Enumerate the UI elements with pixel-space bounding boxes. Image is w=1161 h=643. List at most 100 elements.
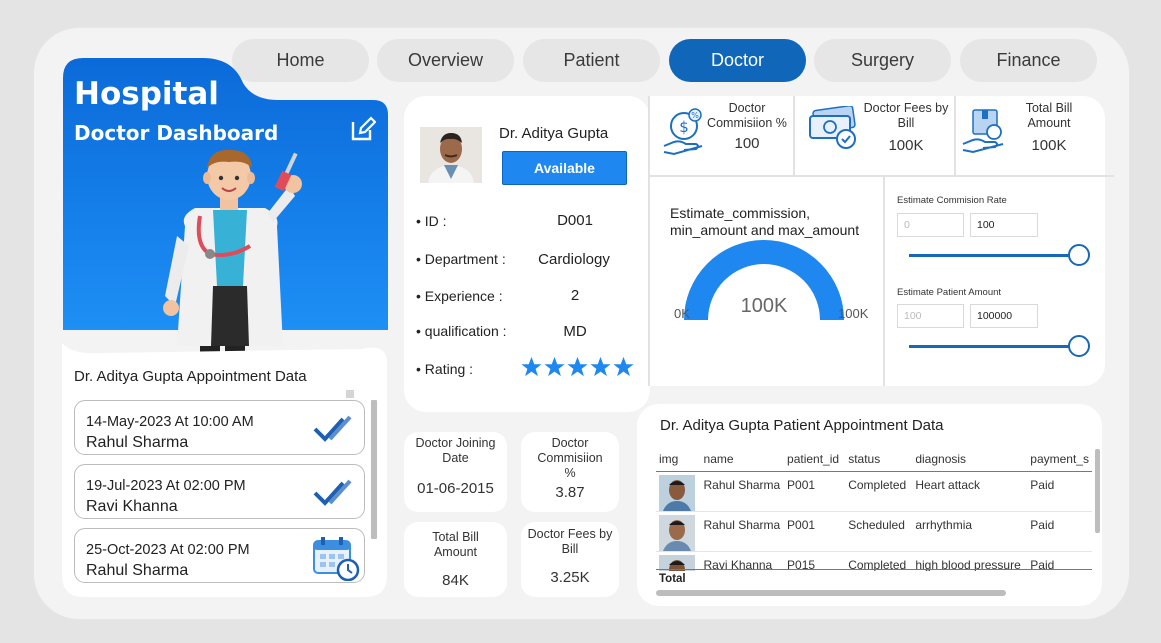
cell-status: Completed (845, 551, 913, 571)
col-header-payment[interactable]: payment_s (1027, 447, 1092, 472)
cell-name: Ravi Khanna (700, 551, 785, 571)
col-header-name[interactable]: name (700, 447, 785, 472)
table-horizontal-scrollbar[interactable] (656, 590, 1006, 596)
cell-diagnosis: Heart attack (912, 471, 1028, 512)
appointments-scroll-up[interactable] (346, 390, 354, 398)
hero-subtitle: Doctor Dashboard (74, 121, 279, 145)
cell-patient-id: P001 (784, 471, 846, 512)
box-hand-icon (962, 109, 1004, 154)
commission-slider-track[interactable] (909, 254, 1079, 257)
gauge-min: 0K (674, 306, 690, 321)
field-value-qualification: MD (563, 323, 587, 340)
edit-icon[interactable] (350, 116, 376, 142)
field-label-qualification: • qualification : (416, 323, 507, 339)
patient-amount-slider-handle[interactable] (1068, 335, 1090, 357)
col-header-diagnosis[interactable]: diagnosis (912, 447, 1028, 472)
doctor-name: Dr. Aditya Gupta (499, 125, 609, 142)
gauge-title: Estimate_commission, min_amount and max_… (670, 205, 860, 238)
cell-name: Rahul Sharma (700, 471, 785, 512)
kpi-value: 01-06-2015 (417, 480, 494, 497)
field-value-experience: 2 (570, 287, 580, 304)
availability-button[interactable]: Available (502, 151, 627, 185)
tab-doctor[interactable]: Doctor (669, 39, 806, 82)
kpi-top-fees: Doctor Fees by Bill 100K (860, 101, 952, 154)
divider (954, 96, 956, 176)
cell-payment: Paid (1027, 551, 1092, 571)
kpi-value: 100K (888, 137, 924, 154)
patient-photo (659, 514, 695, 550)
kpi-label: Doctor Fees by Bill (863, 101, 949, 130)
kpi-label: Doctor Commisiion % (707, 101, 787, 130)
hero-banner: Hospital Doctor Dashboard (63, 58, 388, 358)
kpi-label: Doctor Fees by Bill (527, 527, 613, 556)
tab-patient[interactable]: Patient (523, 39, 660, 82)
patient-photo (659, 474, 695, 510)
divider (883, 177, 885, 386)
col-header-patient-id[interactable]: patient_id (784, 447, 846, 472)
appointments-title: Dr. Aditya Gupta Appointment Data (74, 368, 307, 385)
patient-table-title: Dr. Aditya Gupta Patient Appointment Dat… (660, 417, 944, 434)
field-label-rating: • Rating : (416, 361, 474, 377)
commission-max-input[interactable]: 100 (970, 213, 1038, 237)
appointment-date: 14-May-2023 At 10:00 AM (86, 414, 254, 430)
kpi-total-bill: Total Bill Amount 84K (404, 530, 507, 589)
calendar-clock-icon (313, 537, 360, 581)
patient-amount-max-input[interactable]: 100000 (970, 304, 1038, 328)
cash-bills-icon (809, 106, 856, 149)
kpi-fees: Doctor Fees by Bill 3.25K (521, 527, 619, 586)
col-header-img[interactable]: img (656, 447, 701, 472)
cell-name: Rahul Sharma (700, 511, 785, 552)
table-total-divider (656, 569, 1092, 570)
cell-patient-id: P001 (784, 511, 846, 552)
field-value-id: D001 (557, 212, 593, 229)
appointment-date: 19-Jul-2023 At 02:00 PM (86, 478, 246, 494)
kpi-value: 100K (1031, 137, 1067, 154)
cell-diagnosis: high blood pressure (912, 551, 1028, 571)
table-row[interactable]: Rahul Sharma P001 Completed Heart attack… (656, 471, 1092, 512)
star-icon (613, 356, 634, 377)
divider (648, 96, 650, 386)
kpi-value: 3.87 (555, 484, 585, 501)
kpi-top-commission: Doctor Commisiion % 100 (704, 101, 790, 152)
field-value-department: Cardiology (538, 251, 610, 268)
kpi-label: Total Bill Amount (1025, 101, 1073, 130)
star-icon (521, 356, 542, 377)
cell-status: Scheduled (845, 511, 913, 552)
appointment-item[interactable]: 14-May-2023 At 10:00 AM Rahul Sharma (74, 400, 365, 455)
money-hand-icon: $ % (663, 108, 703, 156)
tab-surgery[interactable]: Surgery (814, 39, 951, 82)
kpi-value: 3.25K (550, 569, 590, 586)
appointment-item[interactable]: 25-Oct-2023 At 02:00 PM Rahul Sharma (74, 528, 365, 583)
slider-label-commission: Estimate Commision Rate (897, 195, 1007, 206)
table-vertical-scrollbar[interactable] (1095, 449, 1100, 533)
kpi-label: Doctor Commisiion % (537, 436, 603, 480)
gauge-value: 100K (740, 295, 788, 317)
cell-payment: Paid (1027, 511, 1092, 552)
kpi-value: 84K (442, 572, 469, 589)
kpi-top-total-bill: Total Bill Amount 100K (1006, 101, 1092, 154)
col-header-status[interactable]: status (845, 447, 913, 472)
patient-amount-slider-track[interactable] (909, 345, 1079, 348)
appointment-patient: Rahul Sharma (86, 434, 189, 451)
table-total-label: Total (659, 573, 686, 585)
commission-min-input[interactable]: 0 (897, 213, 964, 237)
patient-amount-min-input[interactable]: 100 (897, 304, 964, 328)
kpi-commission: Doctor Commisiion % 3.87 (521, 436, 619, 501)
doctor-illustration-icon (163, 149, 302, 356)
cell-payment: Paid (1027, 471, 1092, 512)
table-row[interactable]: Rahul Sharma P001 Scheduled arrhythmia P… (656, 511, 1092, 552)
double-check-icon (313, 415, 352, 442)
appointment-patient: Ravi Khanna (86, 498, 178, 515)
cell-diagnosis: arrhythmia (912, 511, 1028, 552)
gauge-max: 100K (838, 306, 869, 321)
double-check-icon (313, 479, 352, 506)
kpi-joining-date: Doctor Joining Date 01-06-2015 (404, 436, 507, 497)
tab-finance[interactable]: Finance (960, 39, 1097, 82)
tab-overview[interactable]: Overview (377, 39, 514, 82)
slider-label-patient-amount: Estimate Patient Amount (897, 287, 1002, 298)
patient-table-viewport: img name patient_id status diagnosis pay… (656, 447, 1092, 571)
appointment-item[interactable]: 19-Jul-2023 At 02:00 PM Ravi Khanna (74, 464, 365, 519)
appointments-scrollbar[interactable] (371, 400, 377, 539)
commission-slider-handle[interactable] (1068, 244, 1090, 266)
table-row[interactable]: Ravi Khanna P015 Completed high blood pr… (656, 551, 1092, 571)
